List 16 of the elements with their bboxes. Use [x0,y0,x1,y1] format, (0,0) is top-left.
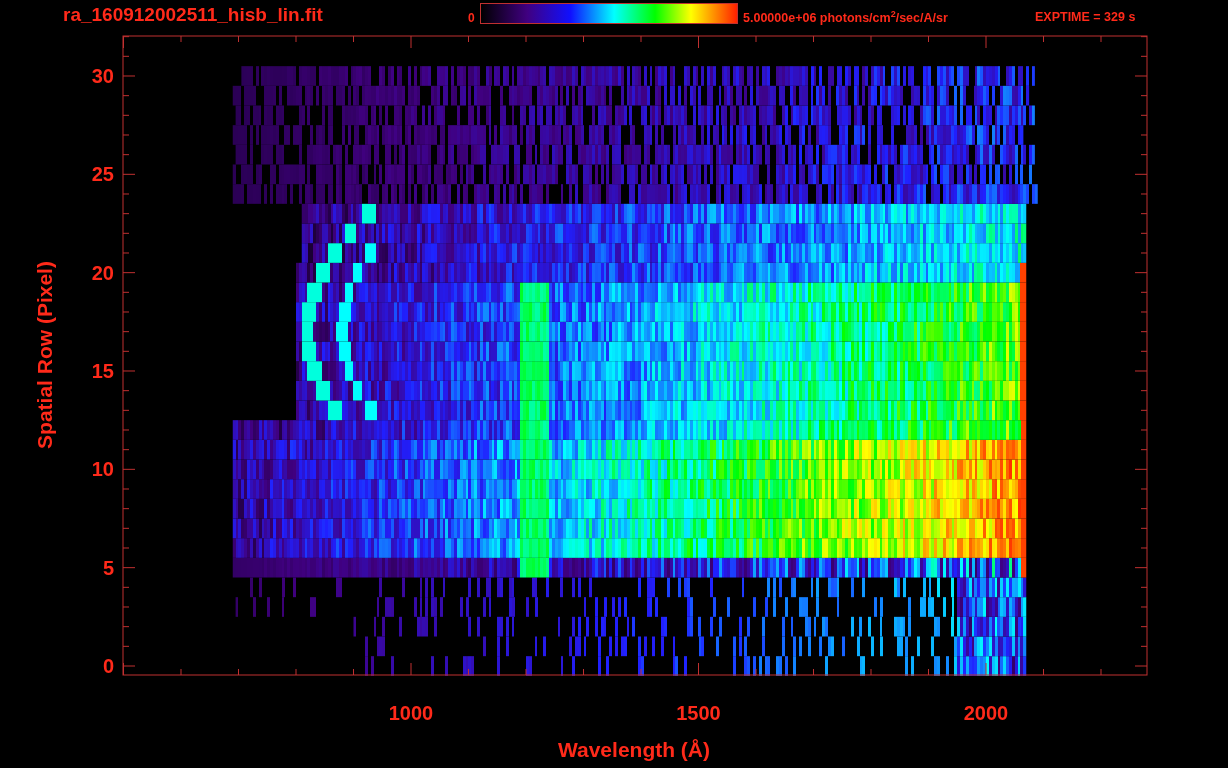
y-tick-label: 10 [91,458,114,481]
y-tick-label: 30 [91,65,114,87]
y-tick-label: 5 [102,556,114,579]
y-tick-label: 25 [91,163,114,186]
x-tick-label: 1000 [388,702,434,724]
x-axis-title: Wavelength (Å) [557,738,711,761]
colorbar-max-label: 5.00000e+06 photons/cm$^{2}$/sec/A/sr [743,8,949,26]
y-tick-label: 15 [91,360,114,382]
y-tick-label: 0 [102,655,114,677]
y-tick-label: 20 [91,261,114,284]
exposure-time: EXPTIME = 329 s [1035,10,1136,24]
x-tick-label: 2000 [963,702,1009,724]
colorbar-min-label: 0 [468,11,476,25]
x-tick-label: 1500 [676,702,721,724]
y-axis-title: Spatial Row (Pixel) [33,261,56,449]
file-title: ra_160912002511_hisb_lin.fit [63,4,324,26]
